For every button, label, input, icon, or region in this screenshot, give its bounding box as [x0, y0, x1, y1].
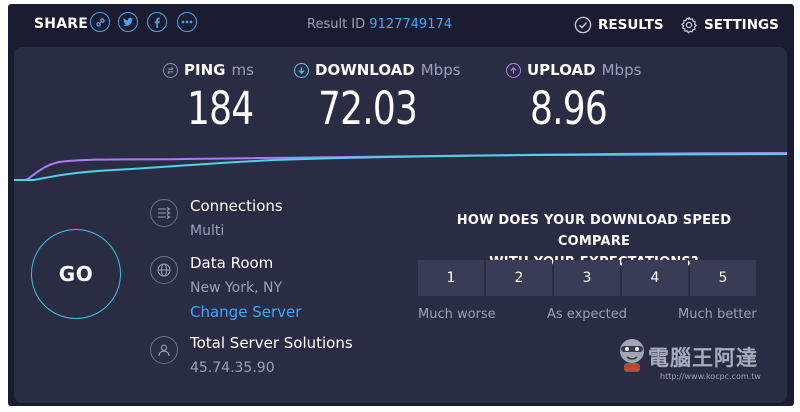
change-server-link[interactable]: Change Server	[190, 303, 301, 321]
rating-buttons: 1 2 3 4 5	[418, 260, 756, 296]
watermark-mascot-icon	[620, 339, 644, 372]
scale-label-high: Much better	[678, 307, 757, 322]
go-button[interactable]: GO	[31, 229, 121, 319]
gear-icon	[681, 16, 697, 34]
settings-button[interactable]: SETTINGS	[680, 16, 779, 34]
result-id: Result ID 9127749174	[307, 17, 452, 32]
check-circle-icon	[574, 16, 592, 34]
connections-icon	[150, 199, 178, 227]
upload-unit: Mbps	[601, 61, 642, 79]
results-button[interactable]: RESULTS	[574, 16, 664, 34]
data-room-location: New York, NY	[190, 280, 283, 296]
settings-label: SETTINGS	[704, 17, 779, 33]
rating-button-4[interactable]: 4	[622, 260, 688, 296]
rating-button-1[interactable]: 1	[418, 260, 484, 296]
result-id-value[interactable]: 9127749174	[369, 17, 452, 32]
more-icon[interactable]	[177, 12, 197, 32]
upload-arrow-icon	[506, 62, 521, 78]
speed-graph	[14, 152, 787, 181]
globe-icon	[150, 256, 178, 284]
download-value: 72.03	[318, 82, 418, 135]
host-ip: 45.74.35.90	[190, 360, 275, 376]
upload-metric: UPLOAD Mbps 8.96	[506, 60, 641, 133]
user-icon	[150, 336, 178, 364]
rating-button-5[interactable]: 5	[690, 260, 756, 296]
download-unit: Mbps	[420, 61, 461, 79]
rating-button-2[interactable]: 2	[486, 260, 552, 296]
ping-metric: PING ms 184	[163, 60, 270, 133]
link-icon[interactable]	[90, 12, 110, 32]
ping-label: PING	[184, 61, 226, 79]
ping-icon	[163, 62, 178, 78]
download-arrow-icon	[294, 62, 309, 78]
download-speed-line	[14, 153, 787, 181]
upload-label: UPLOAD	[527, 61, 596, 79]
rating-button-3[interactable]: 3	[554, 260, 620, 296]
ping-unit: ms	[231, 61, 254, 79]
result-id-label: Result ID	[307, 17, 366, 32]
twitter-icon[interactable]	[118, 12, 138, 32]
connections-label: Connections	[190, 197, 283, 215]
scale-label-low: Much worse	[418, 307, 496, 322]
watermark-text: 電腦王阿達	[648, 346, 758, 370]
results-label: RESULTS	[598, 17, 664, 33]
survey-question-line1: HOW DOES YOUR DOWNLOAD SPEED COMPARE	[456, 213, 732, 249]
data-room-label: Data Room	[190, 254, 274, 272]
download-label: DOWNLOAD	[315, 61, 415, 79]
host-name: Total Server Solutions	[190, 334, 353, 352]
connections-value[interactable]: Multi	[190, 223, 224, 239]
watermark-url: http://www.kocpc.com.tw	[660, 372, 761, 381]
ping-value: 184	[187, 82, 254, 135]
scale-label-mid: As expected	[547, 307, 628, 322]
download-metric: DOWNLOAD Mbps 72.03	[294, 60, 461, 133]
share-label: SHARE	[34, 16, 88, 32]
upload-value: 8.96	[530, 82, 608, 135]
top-bar: SHARE Result ID 9127749174 RESULTS SETTI…	[8, 4, 794, 44]
facebook-icon[interactable]	[147, 12, 167, 32]
